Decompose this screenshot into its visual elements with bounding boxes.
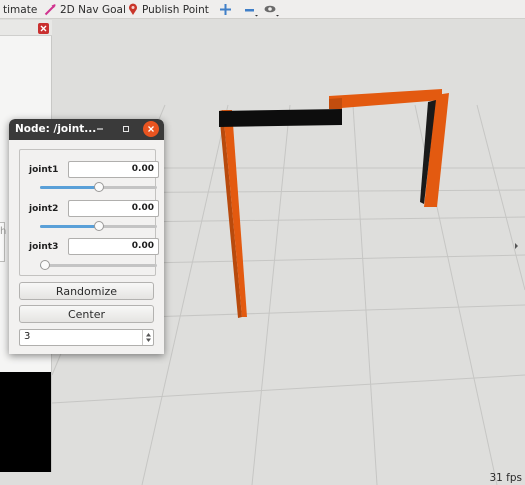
toolbar-item-2d-nav-goal[interactable]: 2D Nav Goal: [44, 0, 126, 19]
joint2-label: joint2: [29, 204, 59, 214]
joint1-value-field[interactable]: 0.00: [68, 161, 159, 178]
close-icon[interactable]: [38, 23, 49, 34]
slider-fill: [40, 225, 99, 228]
close-button[interactable]: [143, 121, 159, 137]
toolbar-item-publish-point[interactable]: Publish Point: [128, 0, 209, 19]
window-title: Node: /joint...: [15, 123, 97, 135]
joint-state-publisher-window: Node: /joint... joint1 0.00 joint2 0.00 …: [9, 119, 164, 354]
slider-fill: [40, 186, 99, 189]
slider-handle[interactable]: [40, 260, 50, 270]
panel-black-area: [0, 372, 51, 472]
minimize-button[interactable]: [92, 121, 108, 137]
spinbox-field[interactable]: 3: [19, 329, 154, 346]
center-button[interactable]: Center: [19, 305, 154, 323]
randomize-button[interactable]: Randomize: [19, 282, 154, 300]
toolbar-item-pose-estimate[interactable]: timate: [3, 0, 37, 19]
toolbar-item-label: Publish Point: [142, 3, 209, 16]
fps-counter: 31 fps: [489, 472, 522, 484]
minimize-icon: [97, 128, 103, 130]
move-camera-plus-icon[interactable]: [218, 0, 232, 19]
joint2-slider[interactable]: [40, 221, 157, 231]
joint3-slider[interactable]: [40, 260, 157, 270]
toolbar-item-label: 2D Nav Goal: [60, 3, 126, 16]
spinbox-value: 3: [24, 331, 31, 342]
robot-arm-model: [219, 89, 449, 318]
red-location-pin-icon: [128, 3, 138, 16]
rviz-toolbar: timate 2D Nav Goal Publish Point: [0, 0, 525, 19]
eye-icon[interactable]: [263, 0, 281, 19]
joint3-value-field[interactable]: 0.00: [68, 238, 159, 255]
viewport-scroll-arrow[interactable]: [515, 243, 518, 249]
panel-header: [0, 20, 52, 36]
maximize-icon: [123, 126, 129, 132]
truncated-panel-text: he: [0, 226, 6, 237]
joint2-value-field[interactable]: 0.00: [68, 200, 159, 217]
spinbox-arrows-icon[interactable]: [142, 330, 153, 345]
joint1-label: joint1: [29, 165, 59, 175]
pink-arrow-icon: [44, 3, 57, 16]
joint-sliders-group: joint1 0.00 joint2 0.00 joint3 0.00: [19, 149, 159, 276]
window-titlebar[interactable]: Node: /joint...: [9, 119, 164, 140]
slider-handle[interactable]: [93, 182, 104, 192]
joint3-label: joint3: [29, 242, 59, 252]
joint1-slider[interactable]: [40, 182, 157, 192]
toolbar-item-label: timate: [3, 3, 38, 16]
maximize-button[interactable]: [118, 121, 134, 137]
slider-handle[interactable]: [93, 221, 104, 231]
minus-icon[interactable]: [243, 0, 259, 19]
close-icon: [148, 126, 154, 132]
